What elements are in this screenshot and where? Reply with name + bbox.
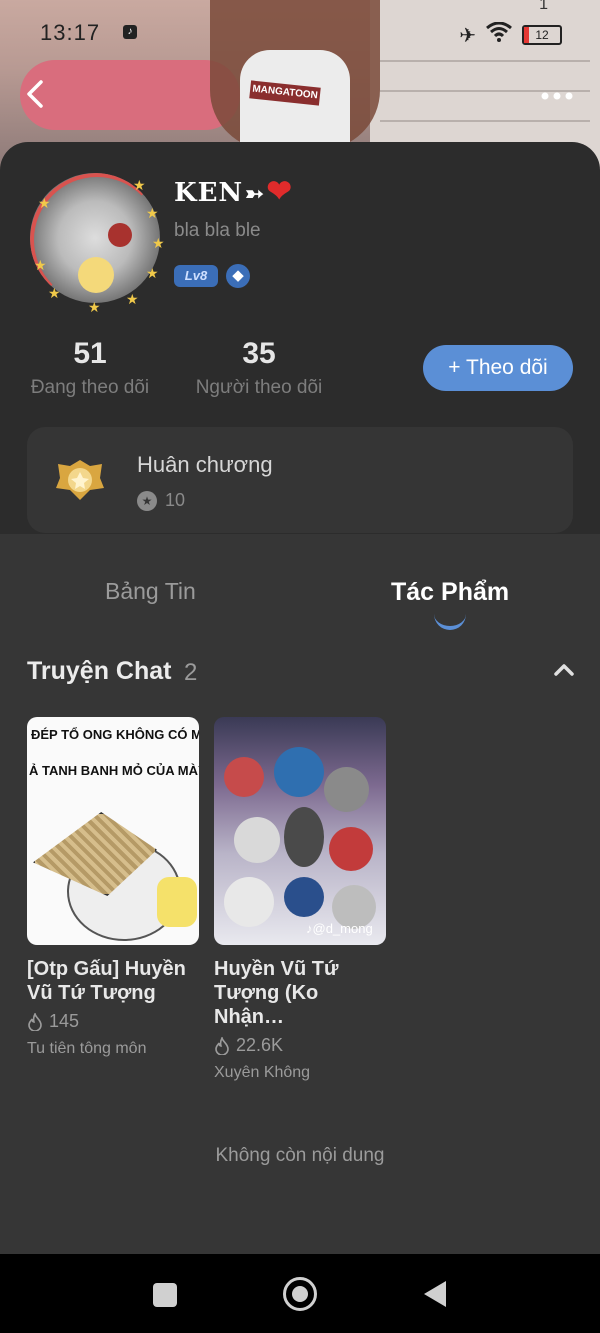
story-title[interactable]: Huyền Vũ Tứ Tượng (Ko Nhận… (214, 957, 386, 1029)
medal-card[interactable] (27, 427, 573, 533)
followers-count: 35 (242, 337, 276, 370)
battery-icon: 12 (522, 25, 562, 45)
avatar-flower (108, 223, 132, 247)
followers-stat[interactable]: 35 Người theo dõi (192, 337, 326, 399)
profile-bio: bla bla ble (174, 220, 261, 241)
profile-name-text: KEN (174, 178, 244, 208)
story-genre: Tu tiên tông môn (27, 1040, 147, 1057)
end-of-content-text: Không còn nội dung (215, 1145, 385, 1166)
wifi-icon (486, 21, 512, 48)
more-options-button[interactable] (540, 78, 574, 106)
star-badge-icon: ★ (137, 490, 157, 511)
story-view-count: 145 (49, 1011, 80, 1031)
chevron-left-icon (27, 80, 43, 108)
story-view-count: 22.6K (236, 1035, 284, 1055)
level-badge[interactable]: Lv8 (174, 265, 218, 287)
cover-caption: ĐÉP TỔ ONG KHÔNG CÓ MẮT (31, 727, 199, 742)
followers-label: Người theo dõi (195, 377, 323, 398)
tab-feed[interactable]: Bảng Tin (105, 578, 196, 605)
tab-works[interactable]: Tác Phẩm (391, 578, 509, 607)
medal-count-value: 10 (165, 490, 186, 510)
chevron-up-icon[interactable] (554, 662, 574, 678)
recent-apps-button[interactable] (153, 1283, 177, 1307)
tiktok-notification-icon: ♪ (123, 25, 137, 39)
avatar-character (78, 257, 114, 293)
arrow-icon: ➳ (245, 181, 265, 207)
avatar[interactable] (30, 173, 160, 303)
flame-icon (28, 1012, 42, 1031)
cover-caption: Ả TANH BANH MỎ CỦA MÀY (29, 763, 199, 778)
following-count: 51 (73, 337, 107, 370)
airplane-mode-icon: ✈ (459, 24, 476, 47)
story-views: 22.6K (214, 1035, 386, 1056)
cover-watermark: ♪@d_mong (306, 921, 373, 936)
status-time: 13:17 (40, 20, 101, 45)
medal-icon (54, 458, 106, 502)
story-cover[interactable]: ĐÉP TỔ ONG KHÔNG CÓ MẮT Ả TANH BANH MỎ C… (27, 717, 199, 945)
heart-icon: ❤ (266, 174, 293, 209)
notification-count: 1 (539, 0, 548, 13)
medal-title: Huân chương (137, 452, 273, 477)
story-card[interactable]: ĐÉP TỔ ONG KHÔNG CÓ MẮT Ả TANH BANH MỎ C… (27, 717, 199, 1058)
section-count: 2 (184, 659, 198, 686)
more-dots-icon (541, 92, 573, 100)
medal-count: ★ 10 (137, 490, 185, 511)
back-button[interactable] (24, 78, 54, 110)
flame-icon (215, 1036, 229, 1055)
story-cover[interactable]: ♪@d_mong (214, 717, 386, 945)
diamond-badge-icon[interactable]: ◆ (226, 264, 250, 288)
follow-button[interactable]: + Theo dõi (423, 345, 573, 391)
system-back-button[interactable] (424, 1281, 446, 1307)
story-title[interactable]: [Otp Gấu] Huyền Vũ Tứ Tượng (27, 957, 199, 1005)
status-bar: 13:17 ♪ 1 ✈ 12 (0, 0, 600, 60)
following-stat[interactable]: 51 Đang theo dõi (27, 337, 153, 399)
plus-icon: + (448, 356, 461, 379)
story-card[interactable]: ♪@d_mong Huyền Vũ Tứ Tượng (Ko Nhận… 22.… (214, 717, 386, 1082)
profile-name: KEN➳❤ (174, 174, 293, 209)
follow-button-label: Theo dõi (466, 356, 548, 379)
story-views: 145 (27, 1011, 199, 1032)
home-button[interactable] (283, 1277, 317, 1311)
following-label: Đang theo dõi (30, 377, 150, 398)
story-genre: Xuyên Không (214, 1064, 311, 1081)
section-title: Truyện Chat (27, 657, 172, 685)
